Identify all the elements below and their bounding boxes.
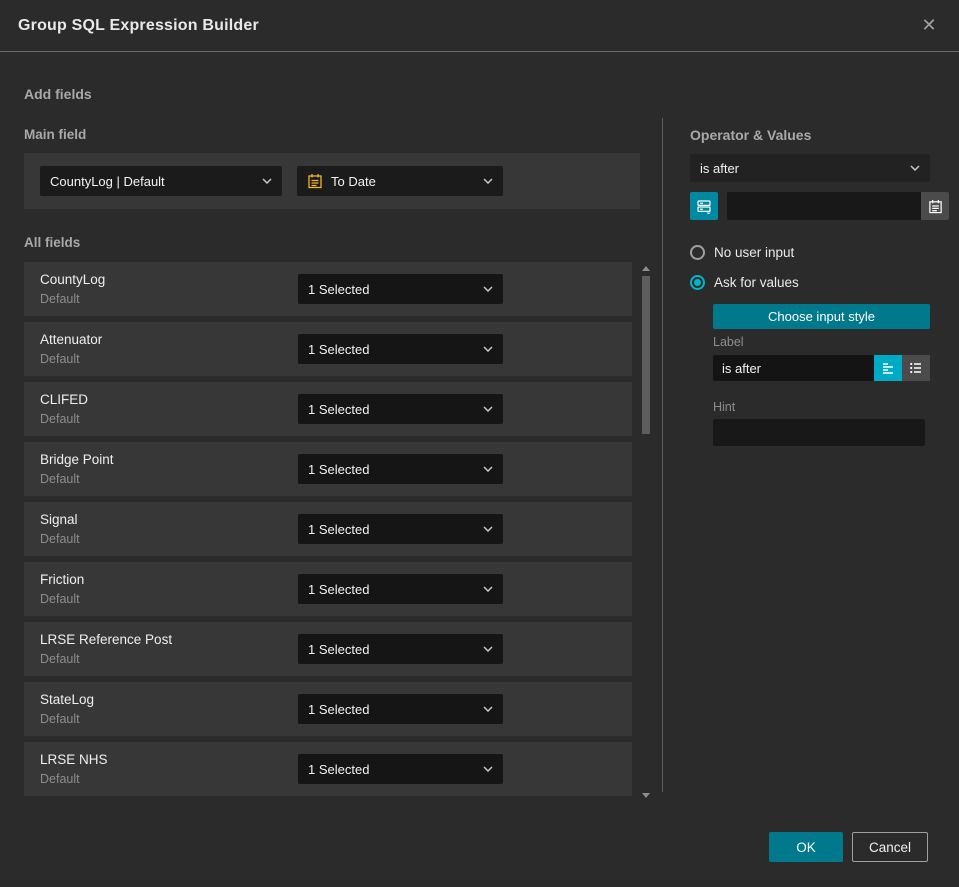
field-count-select[interactable]: 1 Selected: [298, 514, 503, 544]
label-input[interactable]: [713, 355, 874, 381]
radio-label: No user input: [714, 245, 795, 260]
field-row: CLIFED Default 1 Selected: [24, 382, 632, 436]
chevron-down-icon: [483, 586, 493, 592]
align-left-icon: [881, 361, 895, 375]
field-row: StateLog Default 1 Selected: [24, 682, 632, 736]
text-style-button[interactable]: [874, 355, 902, 381]
field-name: Friction: [40, 572, 85, 587]
field-name: LRSE Reference Post: [40, 632, 173, 647]
chevron-down-icon: [483, 346, 493, 352]
choose-input-style-button[interactable]: Choose input style: [713, 304, 930, 329]
scroll-up-icon[interactable]: [642, 266, 650, 271]
field-row: Friction Default 1 Selected: [24, 562, 632, 616]
calendar-button[interactable]: [921, 192, 949, 220]
chevron-down-icon: [483, 706, 493, 712]
value-input-group: [690, 192, 949, 220]
field-subtitle: Default: [40, 592, 80, 606]
field-row: Signal Default 1 Selected: [24, 502, 632, 556]
field-name: Signal: [40, 512, 78, 527]
field-row: Bridge Point Default 1 Selected: [24, 442, 632, 496]
main-field-select-value: CountyLog | Default: [50, 173, 165, 189]
field-count-select[interactable]: 1 Selected: [298, 754, 503, 784]
scrollbar-thumb[interactable]: [642, 276, 650, 434]
chevron-down-icon: [483, 526, 493, 532]
group-sql-expression-builder-dialog: Group SQL Expression Builder ✕ Add field…: [0, 0, 959, 887]
radio-label: Ask for values: [714, 275, 799, 290]
field-name: Attenuator: [40, 332, 103, 347]
all-fields-list: CountyLog Default 1 Selected Attenuator …: [24, 262, 632, 802]
calendar-icon: [928, 199, 943, 214]
field-subtitle: Default: [40, 412, 80, 426]
operator-values-heading: Operator & Values: [690, 127, 812, 143]
input-type-button[interactable]: [690, 192, 718, 220]
radio-ask-for-values[interactable]: Ask for values: [690, 275, 799, 290]
main-field-select[interactable]: CountyLog | Default: [40, 166, 282, 196]
field-row: LRSE Reference Post Default 1 Selected: [24, 622, 632, 676]
operator-select[interactable]: is after: [690, 154, 930, 182]
bulleted-list-icon: [909, 361, 923, 375]
field-subtitle: Default: [40, 472, 80, 486]
field-subtitle: Default: [40, 532, 80, 546]
chevron-down-icon: [483, 406, 493, 412]
main-field-panel: CountyLog | Default To Date: [24, 153, 640, 209]
chevron-down-icon: [483, 178, 493, 184]
hint-label: Hint: [713, 400, 736, 414]
calendar-icon: [307, 173, 323, 189]
field-row: Attenuator Default 1 Selected: [24, 322, 632, 376]
field-name: CountyLog: [40, 272, 106, 287]
radio-no-user-input[interactable]: No user input: [690, 245, 794, 260]
list-scrollbar[interactable]: [640, 262, 652, 798]
close-icon: ✕: [921, 15, 937, 35]
radio-icon: [690, 245, 705, 260]
field-name: Bridge Point: [40, 452, 114, 467]
panel-divider: [662, 118, 663, 792]
chevron-down-icon: [262, 178, 272, 184]
field-subtitle: Default: [40, 772, 80, 786]
main-field-label: Main field: [24, 127, 87, 142]
field-name: LRSE NHS: [40, 752, 108, 767]
chevron-down-icon: [483, 286, 493, 292]
chevron-down-icon: [483, 646, 493, 652]
all-fields-label: All fields: [24, 235, 81, 250]
field-subtitle: Default: [40, 352, 80, 366]
field-subtitle: Default: [40, 712, 80, 726]
chevron-down-icon: [483, 766, 493, 772]
add-fields-heading: Add fields: [24, 86, 92, 102]
stacked-rows-icon: [696, 198, 712, 214]
radio-icon-checked: [690, 275, 705, 290]
list-style-button[interactable]: [902, 355, 930, 381]
field-name: StateLog: [40, 692, 95, 707]
hint-input[interactable]: [713, 419, 925, 446]
dialog-title: Group SQL Expression Builder: [18, 16, 259, 34]
ok-button[interactable]: OK: [769, 832, 843, 862]
chevron-down-icon: [910, 165, 920, 171]
field-subtitle: Default: [40, 292, 80, 306]
chevron-down-icon: [483, 466, 493, 472]
dialog-header: Group SQL Expression Builder ✕: [0, 0, 959, 52]
operator-select-value: is after: [700, 160, 740, 176]
field-count-select[interactable]: 1 Selected: [298, 274, 503, 304]
field-count-select[interactable]: 1 Selected: [298, 634, 503, 664]
field-count-select[interactable]: 1 Selected: [298, 334, 503, 364]
label-field-label: Label: [713, 335, 744, 349]
scroll-down-icon[interactable]: [642, 793, 650, 798]
date-type-select-value: To Date: [331, 173, 376, 189]
label-input-group: [713, 355, 930, 381]
field-count-select[interactable]: 1 Selected: [298, 574, 503, 604]
cancel-button[interactable]: Cancel: [852, 832, 928, 862]
field-count-select[interactable]: 1 Selected: [298, 694, 503, 724]
field-row: LRSE NHS Default 1 Selected: [24, 742, 632, 796]
field-row: CountyLog Default 1 Selected: [24, 262, 632, 316]
field-count-select[interactable]: 1 Selected: [298, 394, 503, 424]
field-count-select[interactable]: 1 Selected: [298, 454, 503, 484]
field-name: CLIFED: [40, 392, 89, 407]
field-subtitle: Default: [40, 652, 80, 666]
close-button[interactable]: ✕: [917, 14, 941, 38]
value-input[interactable]: [727, 192, 921, 220]
date-type-select[interactable]: To Date: [297, 166, 503, 196]
